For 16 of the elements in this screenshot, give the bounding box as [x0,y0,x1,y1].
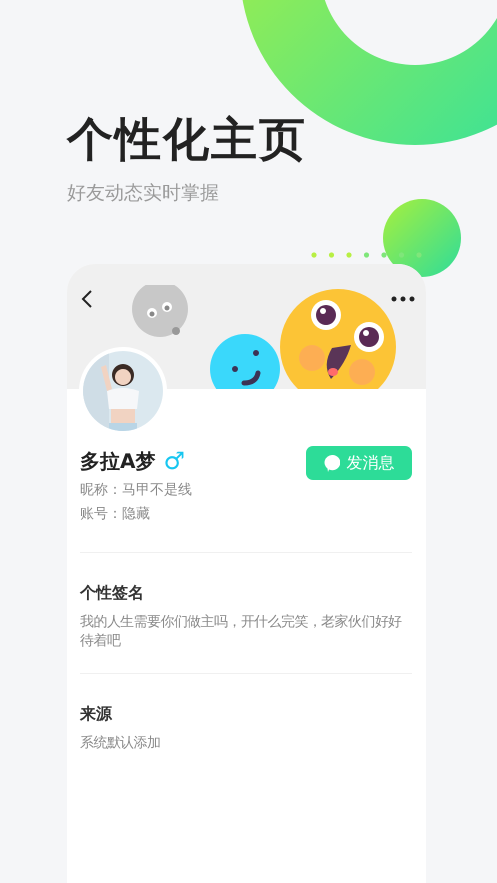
chat-bubble-icon [324,454,340,472]
section-heading: 来源 [80,703,114,725]
user-name: 多拉A梦 [80,448,156,474]
gender-symbol: ♂ [163,449,185,473]
smiling-emoji-drawing [210,334,280,389]
grumpy-emoji-drawing [132,285,188,337]
section-text: 系统默认添加 [80,734,162,753]
section-heading: 个性签名 [80,582,145,604]
account-text: 账号：隐藏 [80,505,151,524]
page-title: 个性化主页 [67,111,308,168]
section-text: 我的人生需要你们做主吗，开什么完笑，老家伙们好好待着吧 [80,613,403,651]
back-icon[interactable] [81,290,93,308]
more-icon[interactable] [391,296,415,302]
page-subtitle: 好友动态实时掌握 [67,181,220,206]
message-button[interactable]: 发消息 [306,446,412,480]
nickname-text: 昵称：马甲不是线 [80,481,192,500]
